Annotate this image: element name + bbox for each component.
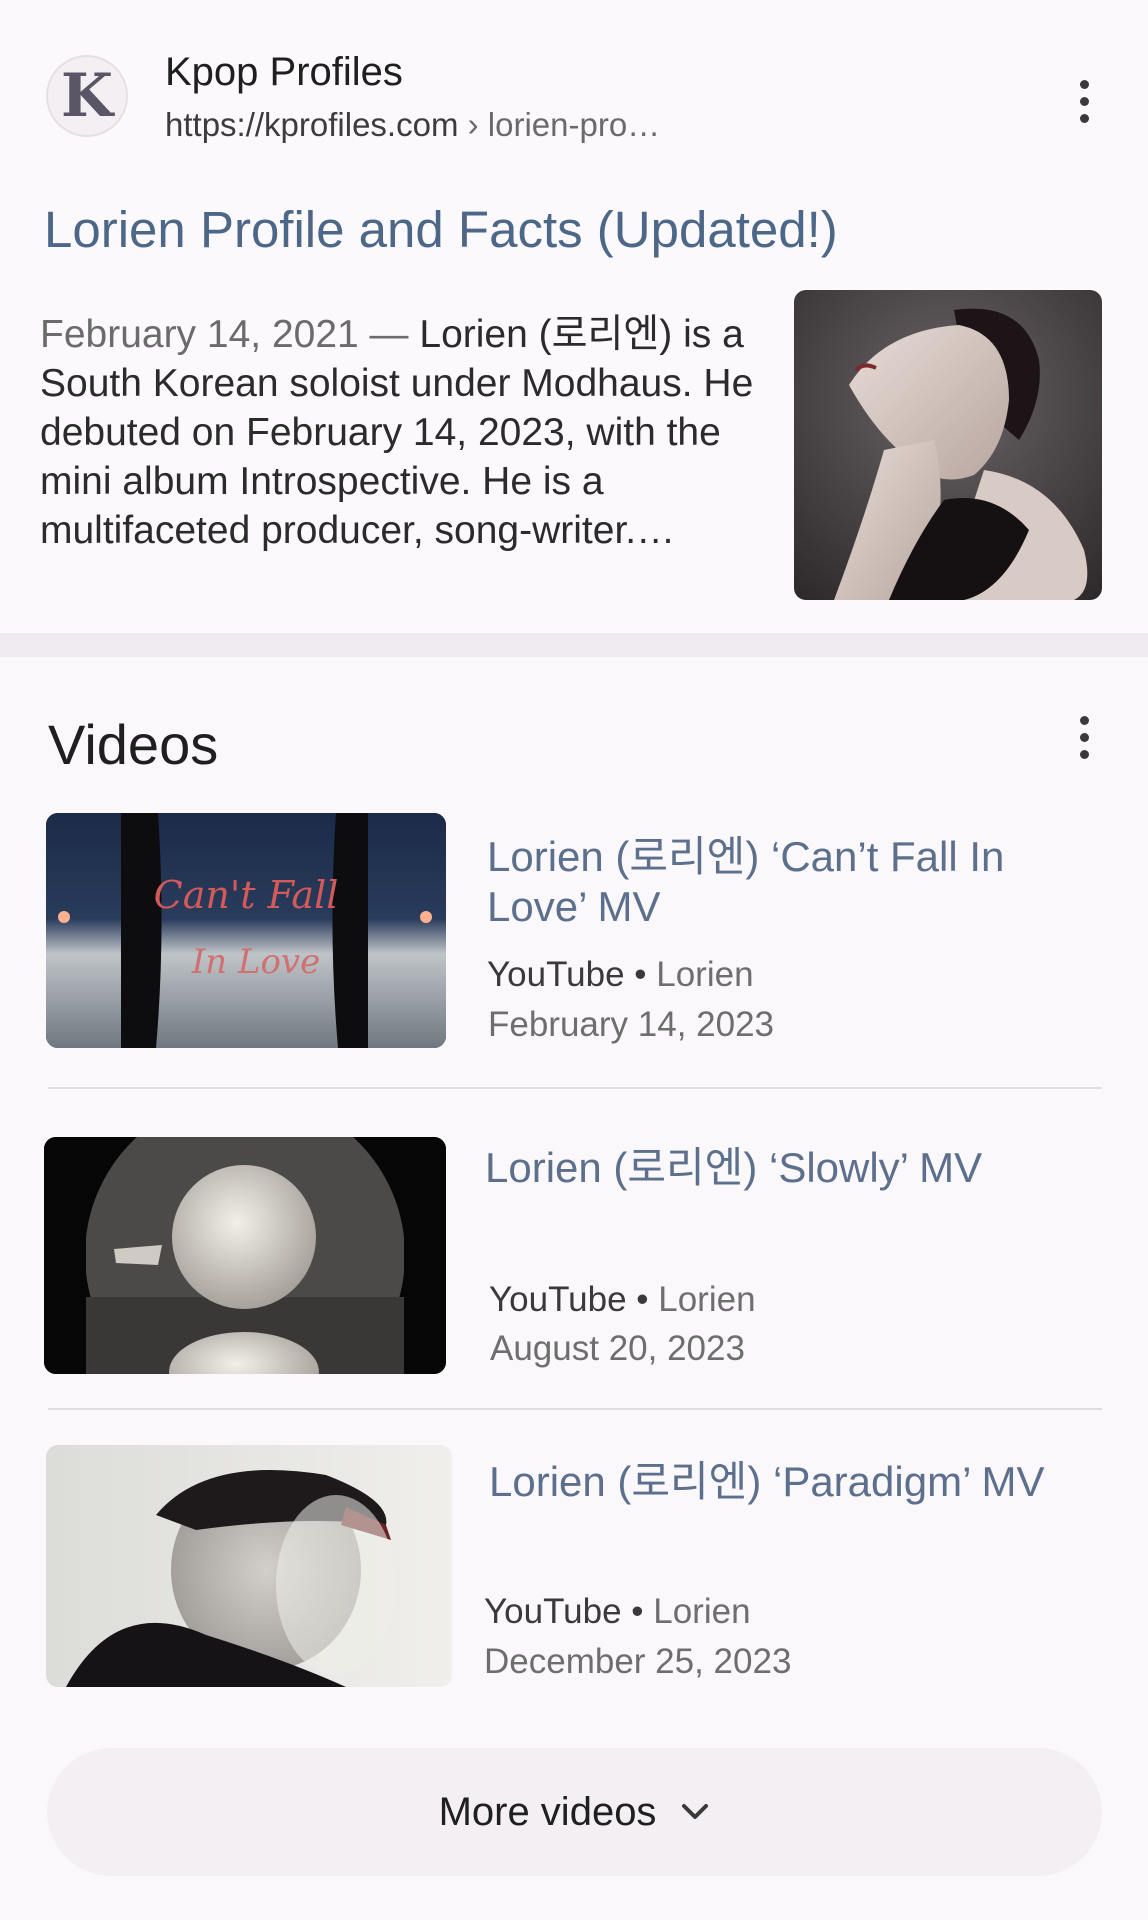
result-thumbnail[interactable] (794, 290, 1102, 600)
more-videos-label: More videos (438, 1789, 657, 1834)
site-url-breadcrumb: › lorien-pro… (458, 106, 661, 143)
meta-separator: • (626, 1280, 659, 1319)
result-snippet: February 14, 2021 — Lorien (로리엔) is a So… (40, 310, 788, 555)
video-date-3: December 25, 2023 (484, 1642, 792, 1681)
video-meta-1: YouTube • Lorien (487, 955, 754, 995)
search-result-card: K Kpop Profiles https://kprofiles.com › … (0, 0, 1148, 632)
video-date-2: August 20, 2023 (490, 1329, 745, 1368)
video-thumbnail-2[interactable] (44, 1137, 446, 1374)
thumb-title-line-1: Can't Fall (154, 873, 339, 917)
meta-separator: • (624, 955, 657, 994)
video-thumbnail-image (46, 1445, 452, 1687)
video-meta-3: YouTube • Lorien (484, 1592, 751, 1632)
video-source: YouTube (484, 1592, 622, 1631)
thumb-title-line-2: In Love (191, 942, 321, 982)
chevron-down-icon (682, 1804, 709, 1819)
video-divider (48, 1408, 1102, 1410)
site-url-domain: https://kprofiles.com (165, 106, 459, 143)
site-name[interactable]: Kpop Profiles (165, 50, 403, 95)
video-channel: Lorien (658, 1280, 756, 1319)
site-logo[interactable]: K (46, 55, 128, 137)
more-videos-button[interactable]: More videos (47, 1748, 1102, 1876)
site-url[interactable]: https://kprofiles.com › lorien-pro… (165, 106, 660, 144)
video-meta-2: YouTube • Lorien (489, 1280, 756, 1320)
video-source: YouTube (487, 955, 625, 994)
result-more-options-icon[interactable] (1064, 71, 1104, 131)
meta-separator: • (621, 1592, 654, 1631)
videos-heading: Videos (48, 713, 219, 776)
video-thumbnail-1[interactable]: Can't Fall In Love (46, 813, 446, 1048)
video-source: YouTube (489, 1280, 627, 1319)
video-channel: Lorien (653, 1592, 751, 1631)
portrait-image (794, 290, 1102, 600)
video-thumbnail-3[interactable] (46, 1445, 452, 1687)
result-title-link[interactable]: Lorien Profile and Facts (Updated!) (44, 200, 838, 259)
video-thumbnail-image (44, 1137, 446, 1374)
video-title-3[interactable]: Lorien (로리엔) ‘Paradigm’ MV (489, 1457, 1049, 1507)
section-divider (0, 633, 1148, 657)
video-channel: Lorien (656, 955, 754, 994)
video-thumbnail-image: Can't Fall In Love (46, 813, 446, 1048)
video-title-1[interactable]: Lorien (로리엔) ‘Can’t Fall In Love’ MV (487, 832, 1047, 932)
video-date-1: February 14, 2023 (488, 1005, 775, 1044)
site-logo-letter: K (60, 61, 114, 131)
video-divider (48, 1087, 1102, 1089)
snippet-date: February 14, 2021 — (40, 313, 420, 356)
videos-more-options-icon[interactable] (1064, 707, 1104, 767)
video-title-2[interactable]: Lorien (로리엔) ‘Slowly’ MV (485, 1143, 1045, 1193)
